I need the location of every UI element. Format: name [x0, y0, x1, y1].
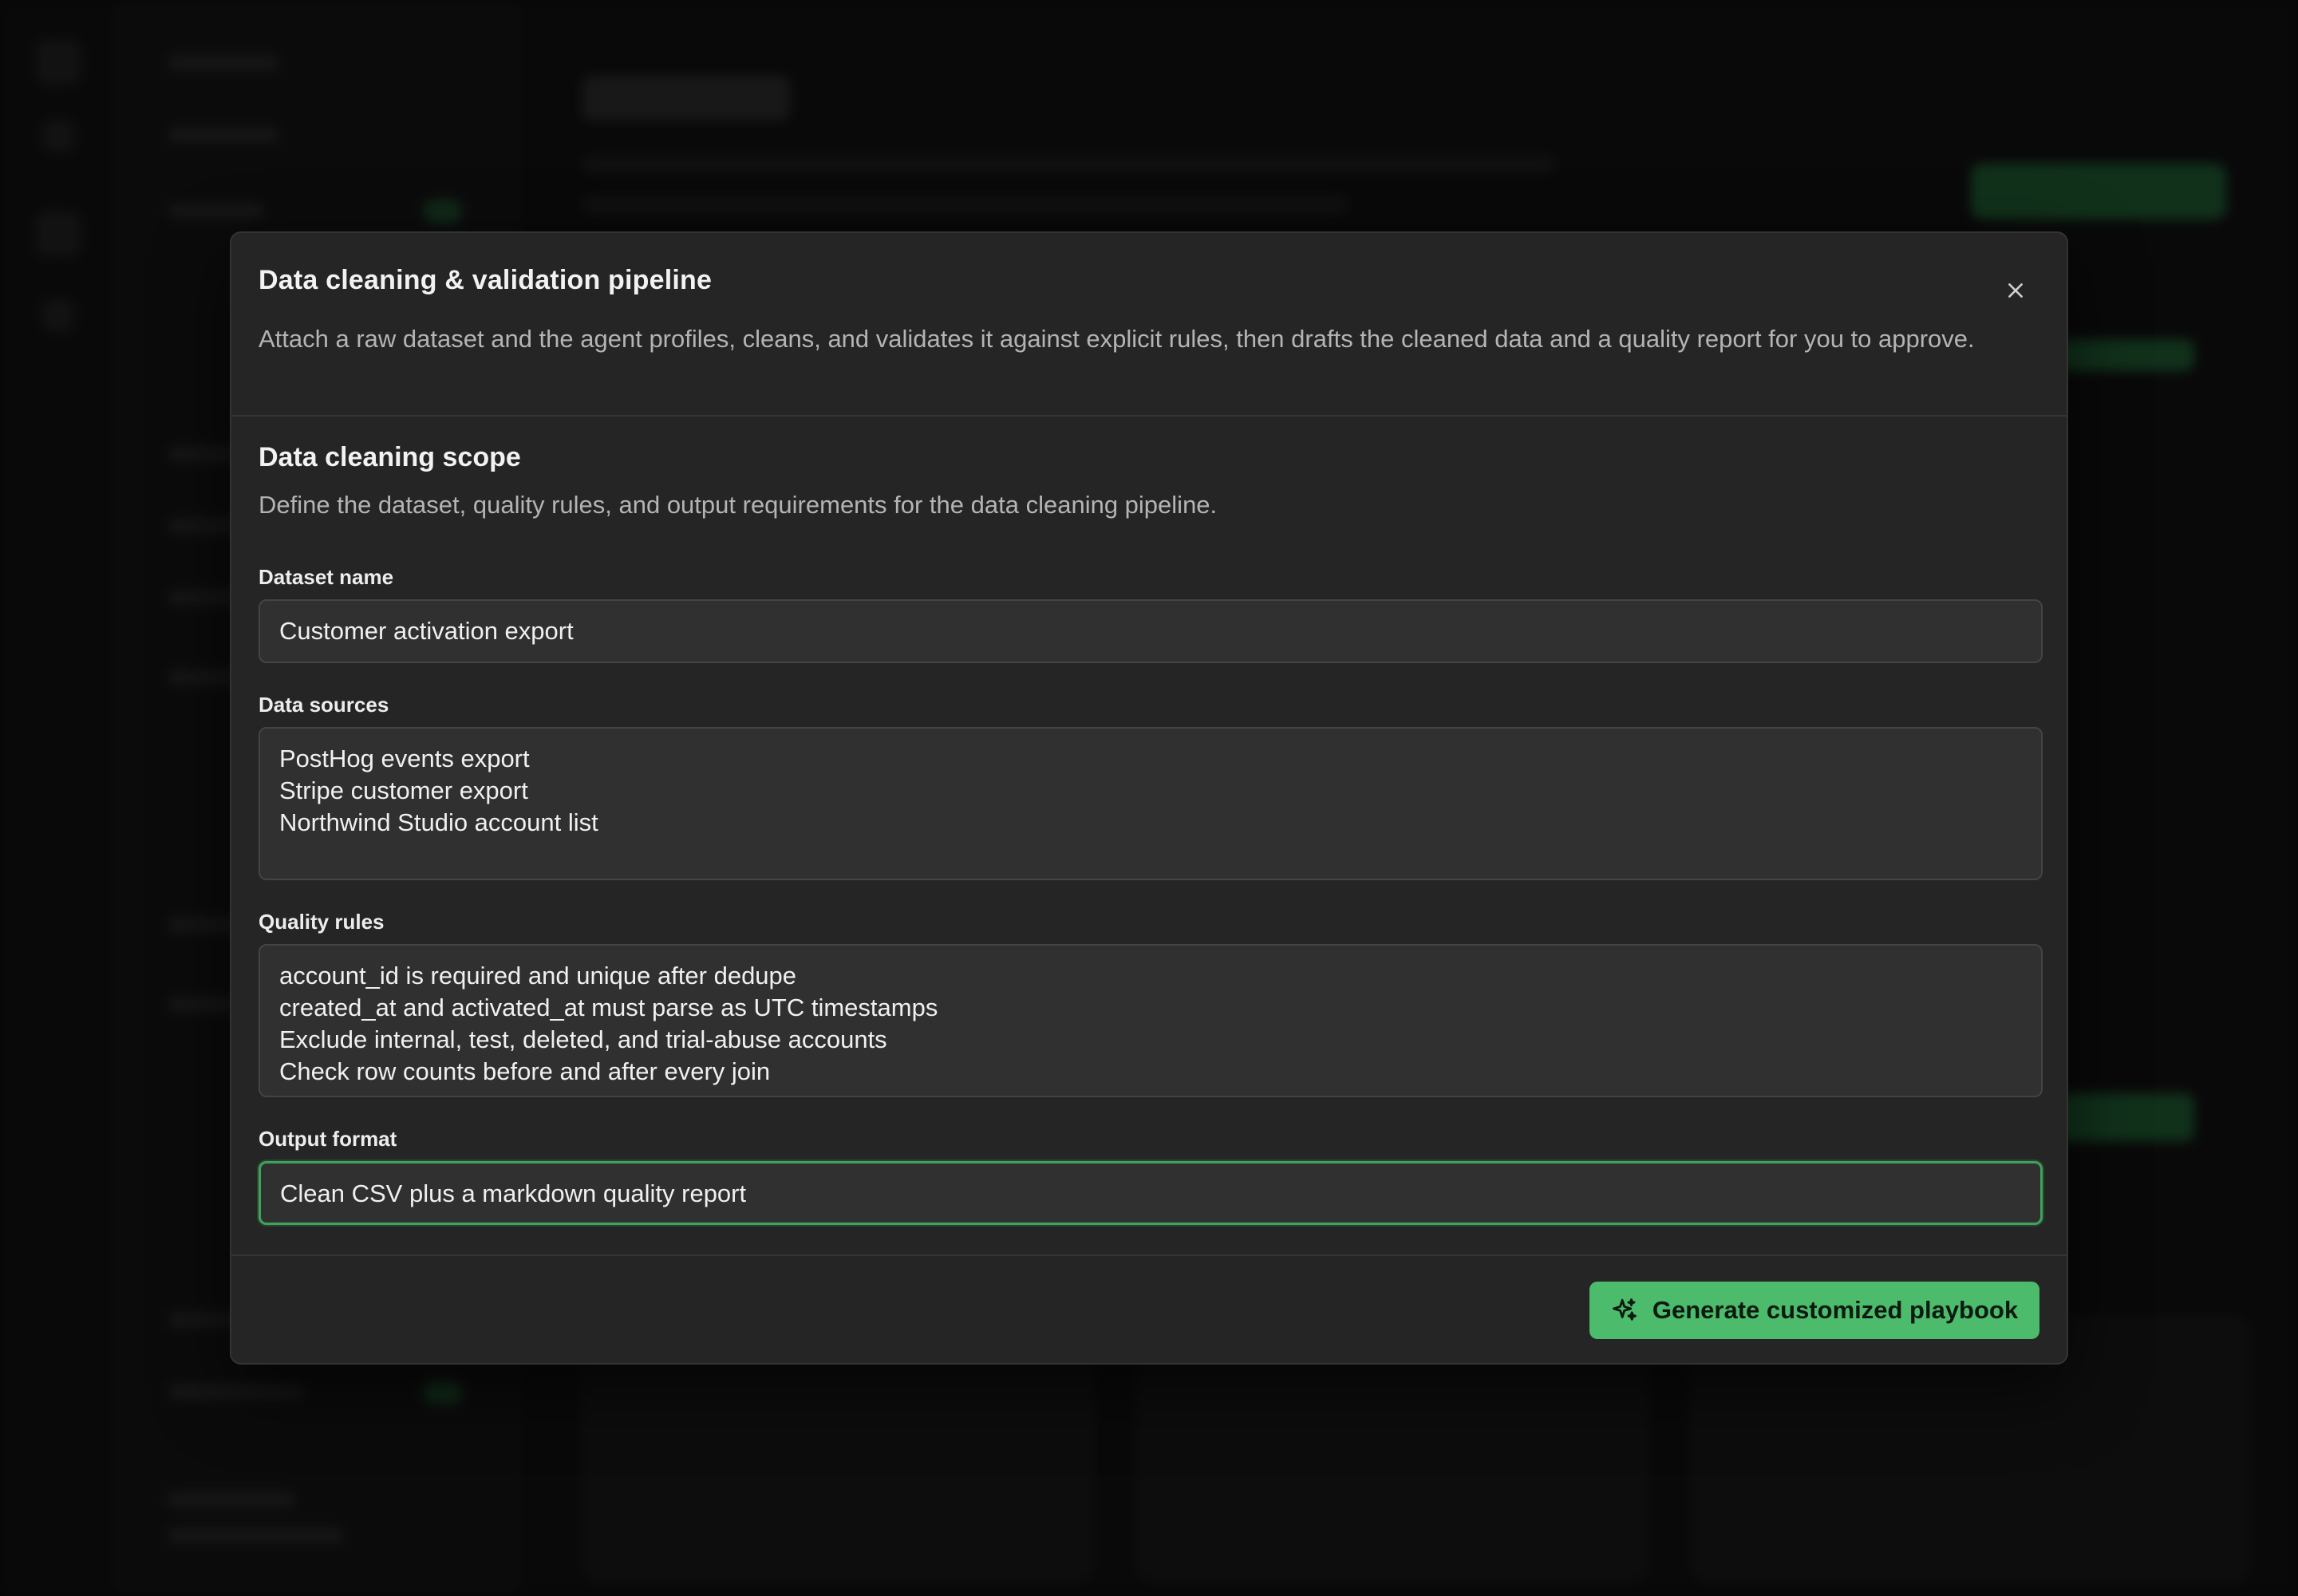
output-format-label: Output format: [259, 1127, 397, 1151]
generate-playbook-label: Generate customized playbook: [1652, 1296, 2019, 1324]
modal-description: Attach a raw dataset and the agent profi…: [259, 325, 1975, 353]
close-button[interactable]: [1996, 271, 2035, 310]
section-title: Data cleaning scope: [259, 442, 521, 472]
sparkles-icon: [1613, 1298, 1637, 1321]
quality-rules-textarea[interactable]: account_id is required and unique after …: [259, 944, 2043, 1097]
dataset-name-label: Dataset name: [259, 565, 394, 589]
dataset-name-group: Dataset name Customer activation export: [259, 565, 2043, 663]
output-format-group: Output format Clean CSV plus a markdown …: [259, 1127, 2043, 1225]
modal-footer: Generate customized playbook: [231, 1254, 2067, 1363]
dataset-name-input[interactable]: Customer activation export: [259, 599, 2043, 663]
output-format-input[interactable]: Clean CSV plus a markdown quality report: [259, 1161, 2043, 1225]
modal-title: Data cleaning & validation pipeline: [259, 265, 713, 295]
close-icon: [2008, 283, 2023, 298]
section-description: Define the dataset, quality rules, and o…: [259, 491, 1218, 519]
data-sources-group: Data sources PostHog events export Strip…: [259, 693, 2043, 880]
modal-header: Data cleaning & validation pipeline Atta…: [231, 233, 2067, 417]
quality-rules-label: Quality rules: [259, 910, 385, 934]
quality-rules-group: Quality rules account_id is required and…: [259, 910, 2043, 1097]
generate-playbook-button[interactable]: Generate customized playbook: [1589, 1282, 2039, 1339]
data-sources-textarea[interactable]: PostHog events export Stripe customer ex…: [259, 727, 2043, 880]
modal-body: Data cleaning scope Define the dataset, …: [231, 417, 2067, 1254]
playbook-modal: Data cleaning & validation pipeline Atta…: [230, 231, 2068, 1365]
data-sources-label: Data sources: [259, 693, 389, 717]
